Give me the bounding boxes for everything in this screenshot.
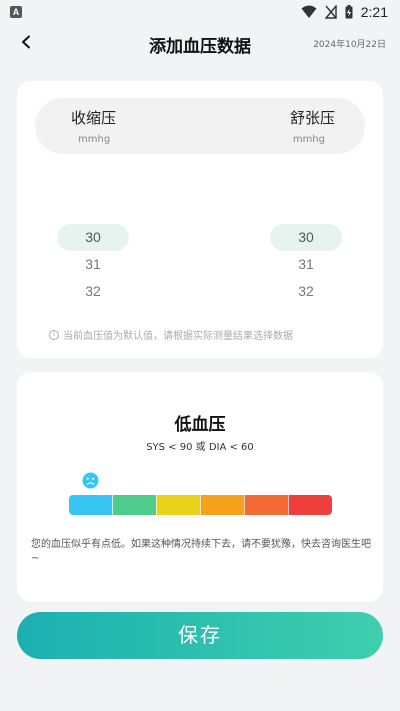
scale-segment-low (69, 495, 112, 515)
systolic-unit: mmhg (78, 134, 111, 145)
diastolic-option-selected[interactable]: 30 (270, 224, 342, 251)
battery-charging-icon (345, 5, 353, 19)
blood-pressure-scale (69, 495, 332, 515)
systolic-option[interactable]: 32 (57, 278, 129, 305)
scale-segment-stage2 (244, 495, 288, 515)
scale-segment-normal (112, 495, 156, 515)
diastolic-wheel[interactable]: 30 31 32 (270, 224, 342, 305)
diastolic-unit: mmhg (292, 134, 325, 145)
systolic-option[interactable]: 31 (57, 251, 129, 278)
status-bar: A 2:21 (0, 0, 400, 24)
result-title: 低血压 (174, 415, 226, 435)
save-button[interactable]: 保存 (17, 612, 383, 659)
systolic-wheel[interactable]: 30 31 32 (57, 224, 129, 305)
sad-face-icon (82, 472, 99, 489)
advice-text: 您的血压似乎有点低。如果这种情况持续下去，请不要犹豫，快去咨询医生吧~ (31, 539, 371, 564)
scale-segment-elevated (156, 495, 200, 515)
blood-pressure-picker-card: 收缩压 mmhg 舒张压 mmhg 30 31 32 30 31 32 i 当前… (17, 81, 383, 358)
default-value-note: i 当前血压值为默认值，请根据实际测量结果选择数据 (49, 327, 293, 342)
status-time: 2:21 (360, 4, 388, 20)
diastolic-option[interactable]: 31 (270, 251, 342, 278)
diastolic-option[interactable]: 32 (270, 278, 342, 305)
default-value-note-text: 当前血压值为默认值，请根据实际测量结果选择数据 (63, 331, 293, 342)
page-header: 添加血压数据 2024年10月22日 (0, 24, 400, 60)
no-signal-icon (324, 5, 337, 19)
result-card: 低血压 SYS < 90 或 DIA < 60 您的血压似乎有点低。如果这种情况… (17, 372, 383, 602)
scale-segment-crisis (288, 495, 332, 515)
info-icon: i (49, 329, 59, 340)
systolic-label: 收缩压 (71, 109, 117, 127)
picker-header: 收缩压 mmhg 舒张压 mmhg (35, 98, 365, 154)
systolic-option-selected[interactable]: 30 (57, 224, 129, 251)
app-notification-icon: A (10, 6, 22, 18)
result-range: SYS < 90 或 DIA < 60 (146, 442, 254, 453)
wifi-icon (301, 5, 317, 18)
diastolic-label: 舒张压 (289, 109, 335, 127)
header-date[interactable]: 2024年10月22日 (313, 37, 386, 50)
scale-segment-stage1 (200, 495, 244, 515)
